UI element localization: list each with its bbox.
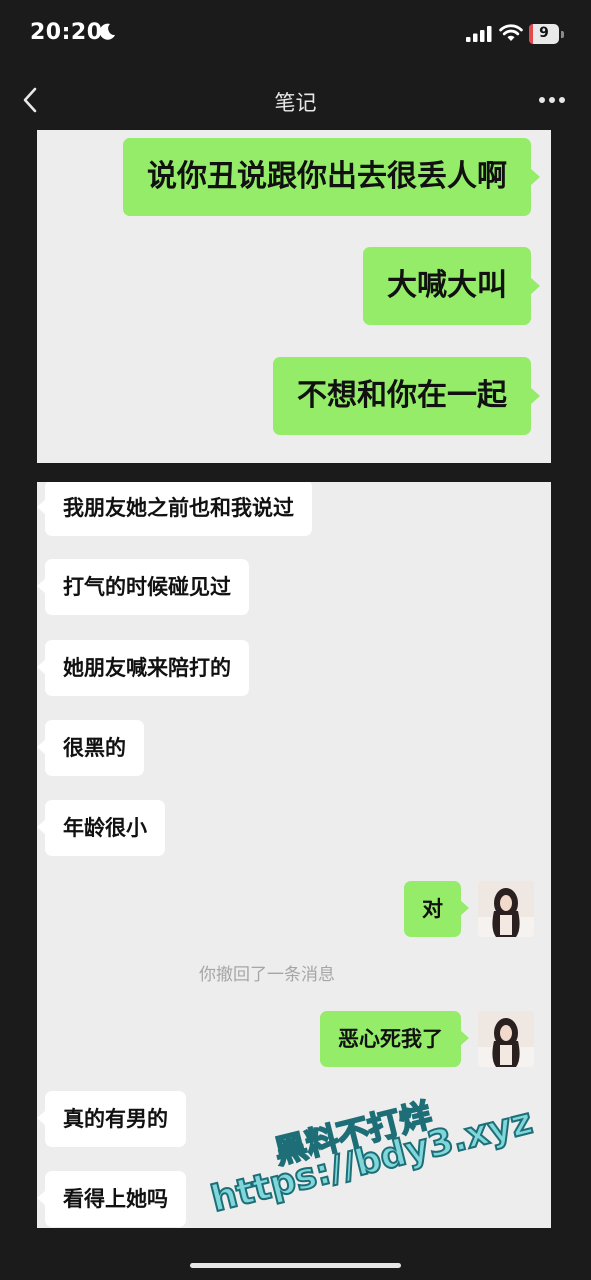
avatar	[478, 881, 534, 937]
received-message: 看得上她吗	[37, 1171, 186, 1227]
wifi-icon	[499, 24, 523, 41]
sent-message: 大喊大叫	[363, 247, 540, 325]
sent-message: 对	[404, 881, 469, 937]
received-message: 年龄很小	[37, 800, 165, 856]
received-message: 很黑的	[37, 720, 144, 776]
chat-screenshot-2: 我朋友她之前也和我说过 打气的时候碰见过 她朋友喊来陪打的 很黑的 年龄很小 对…	[37, 482, 551, 1228]
received-message: 她朋友喊来陪打的	[37, 640, 249, 696]
status-time: 20:20	[30, 20, 103, 45]
sent-message: 恶心死我了	[320, 1011, 469, 1067]
moon-icon	[99, 23, 115, 40]
battery-level: 9	[539, 25, 549, 41]
more-options-icon[interactable]	[538, 96, 566, 104]
nav-bar: 笔记	[0, 72, 591, 128]
received-message: 真的有男的	[37, 1091, 186, 1147]
avatar	[478, 1011, 534, 1067]
received-message: 我朋友她之前也和我说过	[37, 482, 312, 536]
chat-screenshot-1: 说你丑说跟你出去很丢人啊 大喊大叫 不想和你在一起	[37, 130, 551, 463]
home-indicator[interactable]	[190, 1263, 401, 1268]
cellular-signal-icon	[466, 26, 492, 42]
battery-tip	[561, 31, 564, 38]
sent-message: 说你丑说跟你出去很丢人啊	[123, 138, 540, 216]
status-bar: 20:20 9	[0, 0, 591, 70]
avatar-image	[478, 1011, 534, 1067]
received-message: 打气的时候碰见过	[37, 559, 249, 615]
page-title: 笔记	[274, 91, 317, 115]
battery-indicator: 9	[529, 24, 559, 44]
sent-message: 不想和你在一起	[273, 357, 540, 435]
avatar-image	[478, 881, 534, 937]
recall-notice: 你撤回了一条消息	[199, 965, 335, 985]
